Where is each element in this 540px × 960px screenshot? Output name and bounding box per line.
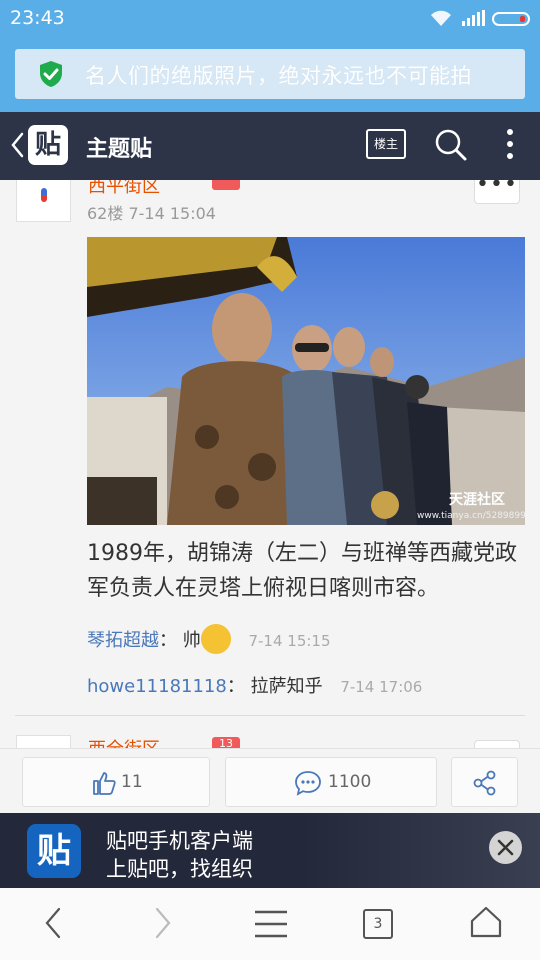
status-bar: 23:43 [0, 0, 540, 38]
share-button[interactable] [451, 757, 518, 807]
reply-colon: ： [226, 676, 245, 697]
comment-icon [295, 771, 321, 796]
level-badge [212, 180, 240, 190]
comment-count: 1100 [328, 772, 372, 792]
menu-icon[interactable] [254, 910, 288, 938]
home-icon[interactable] [470, 906, 502, 938]
status-time: 23:43 [10, 7, 65, 29]
post-author[interactable]: 西平街区 [88, 180, 160, 198]
reply-message: 拉萨知乎 [250, 676, 323, 697]
avatar[interactable] [16, 735, 71, 748]
action-bar: 11 1100 [0, 748, 540, 813]
page-title: 主题贴 [86, 137, 153, 162]
post-content-area: 西平街区 ••• 62楼 7-14 15:04 天涯社区 www.tianya.… [0, 180, 540, 748]
floor-info: 62楼 7-14 15:04 [87, 204, 216, 223]
reply-row[interactable]: howe11181118： 拉萨知乎 7-14 17:06 [87, 672, 422, 698]
only-op-button[interactable]: 楼主 [366, 129, 406, 159]
like-count: 11 [121, 772, 143, 792]
reply-author[interactable]: howe11181118 [87, 676, 227, 697]
post-more-button[interactable] [474, 740, 520, 748]
reply-time: 7-14 17:06 [340, 678, 423, 696]
pill-icon [41, 188, 47, 202]
title-bar: 贴 主题贴 楼主 [0, 112, 540, 180]
app-promo-banner[interactable]: 贴 贴吧手机客户端 上贴吧，找组织 [0, 813, 540, 888]
avatar[interactable] [16, 180, 71, 222]
like-button[interactable]: 11 [22, 757, 210, 807]
next-post-author[interactable]: 西全街区 [88, 735, 160, 748]
close-promo-button[interactable] [489, 831, 522, 864]
post-divider [15, 715, 525, 716]
reply-author[interactable]: 琴拓超越 [87, 630, 159, 651]
browser-forward-icon[interactable] [154, 906, 172, 940]
reply-time: 7-14 15:15 [248, 632, 331, 650]
more-vertical-icon[interactable] [505, 129, 515, 163]
browser-nav-bar: 3 [0, 888, 540, 960]
back-icon[interactable] [10, 132, 24, 158]
wifi-icon [431, 10, 451, 26]
reply-message: 帅 [182, 630, 201, 651]
notification-area: 名人们的绝版照片，绝对永远也不可能拍 [0, 38, 540, 112]
browser-back-icon[interactable] [44, 906, 62, 940]
post-text: 1989年，胡锦涛（左二）与班禅等西藏党政军负责人在灵塔上俯视日喀则市容。 [87, 541, 517, 601]
notification-text: 名人们的绝版照片，绝对永远也不可能拍 [85, 64, 472, 88]
tieba-app-icon: 贴 [27, 824, 81, 878]
notification-banner[interactable]: 名人们的绝版照片，绝对永远也不可能拍 [15, 49, 525, 99]
reply-colon: ： [159, 630, 177, 651]
level-badge: 13 [212, 737, 240, 748]
battery-icon [492, 12, 530, 26]
reply-row[interactable]: 琴拓超越： 帅 7-14 15:15 [87, 624, 331, 656]
photo-watermark-url: www.tianya.cn/52898997 [417, 511, 525, 521]
search-icon[interactable] [434, 128, 468, 162]
photo-illustration [87, 237, 525, 525]
thumbs-up-icon [93, 772, 116, 795]
shield-check-icon [40, 61, 62, 87]
photo-watermark: 天涯社区 [449, 492, 505, 508]
comment-button[interactable]: 1100 [225, 757, 437, 807]
post-more-button[interactable]: ••• [474, 180, 520, 204]
post-photo[interactable]: 天涯社区 www.tianya.cn/52898997 [87, 237, 525, 525]
promo-subtitle: 上贴吧，找组织 [106, 857, 253, 881]
tieba-logo[interactable]: 贴 [28, 125, 68, 165]
smile-emoji-icon [200, 624, 231, 654]
close-icon [497, 839, 514, 856]
promo-title: 贴吧手机客户端 [106, 829, 253, 853]
tabs-button[interactable]: 3 [363, 909, 393, 939]
share-icon [473, 770, 496, 796]
signal-icon [462, 10, 485, 26]
